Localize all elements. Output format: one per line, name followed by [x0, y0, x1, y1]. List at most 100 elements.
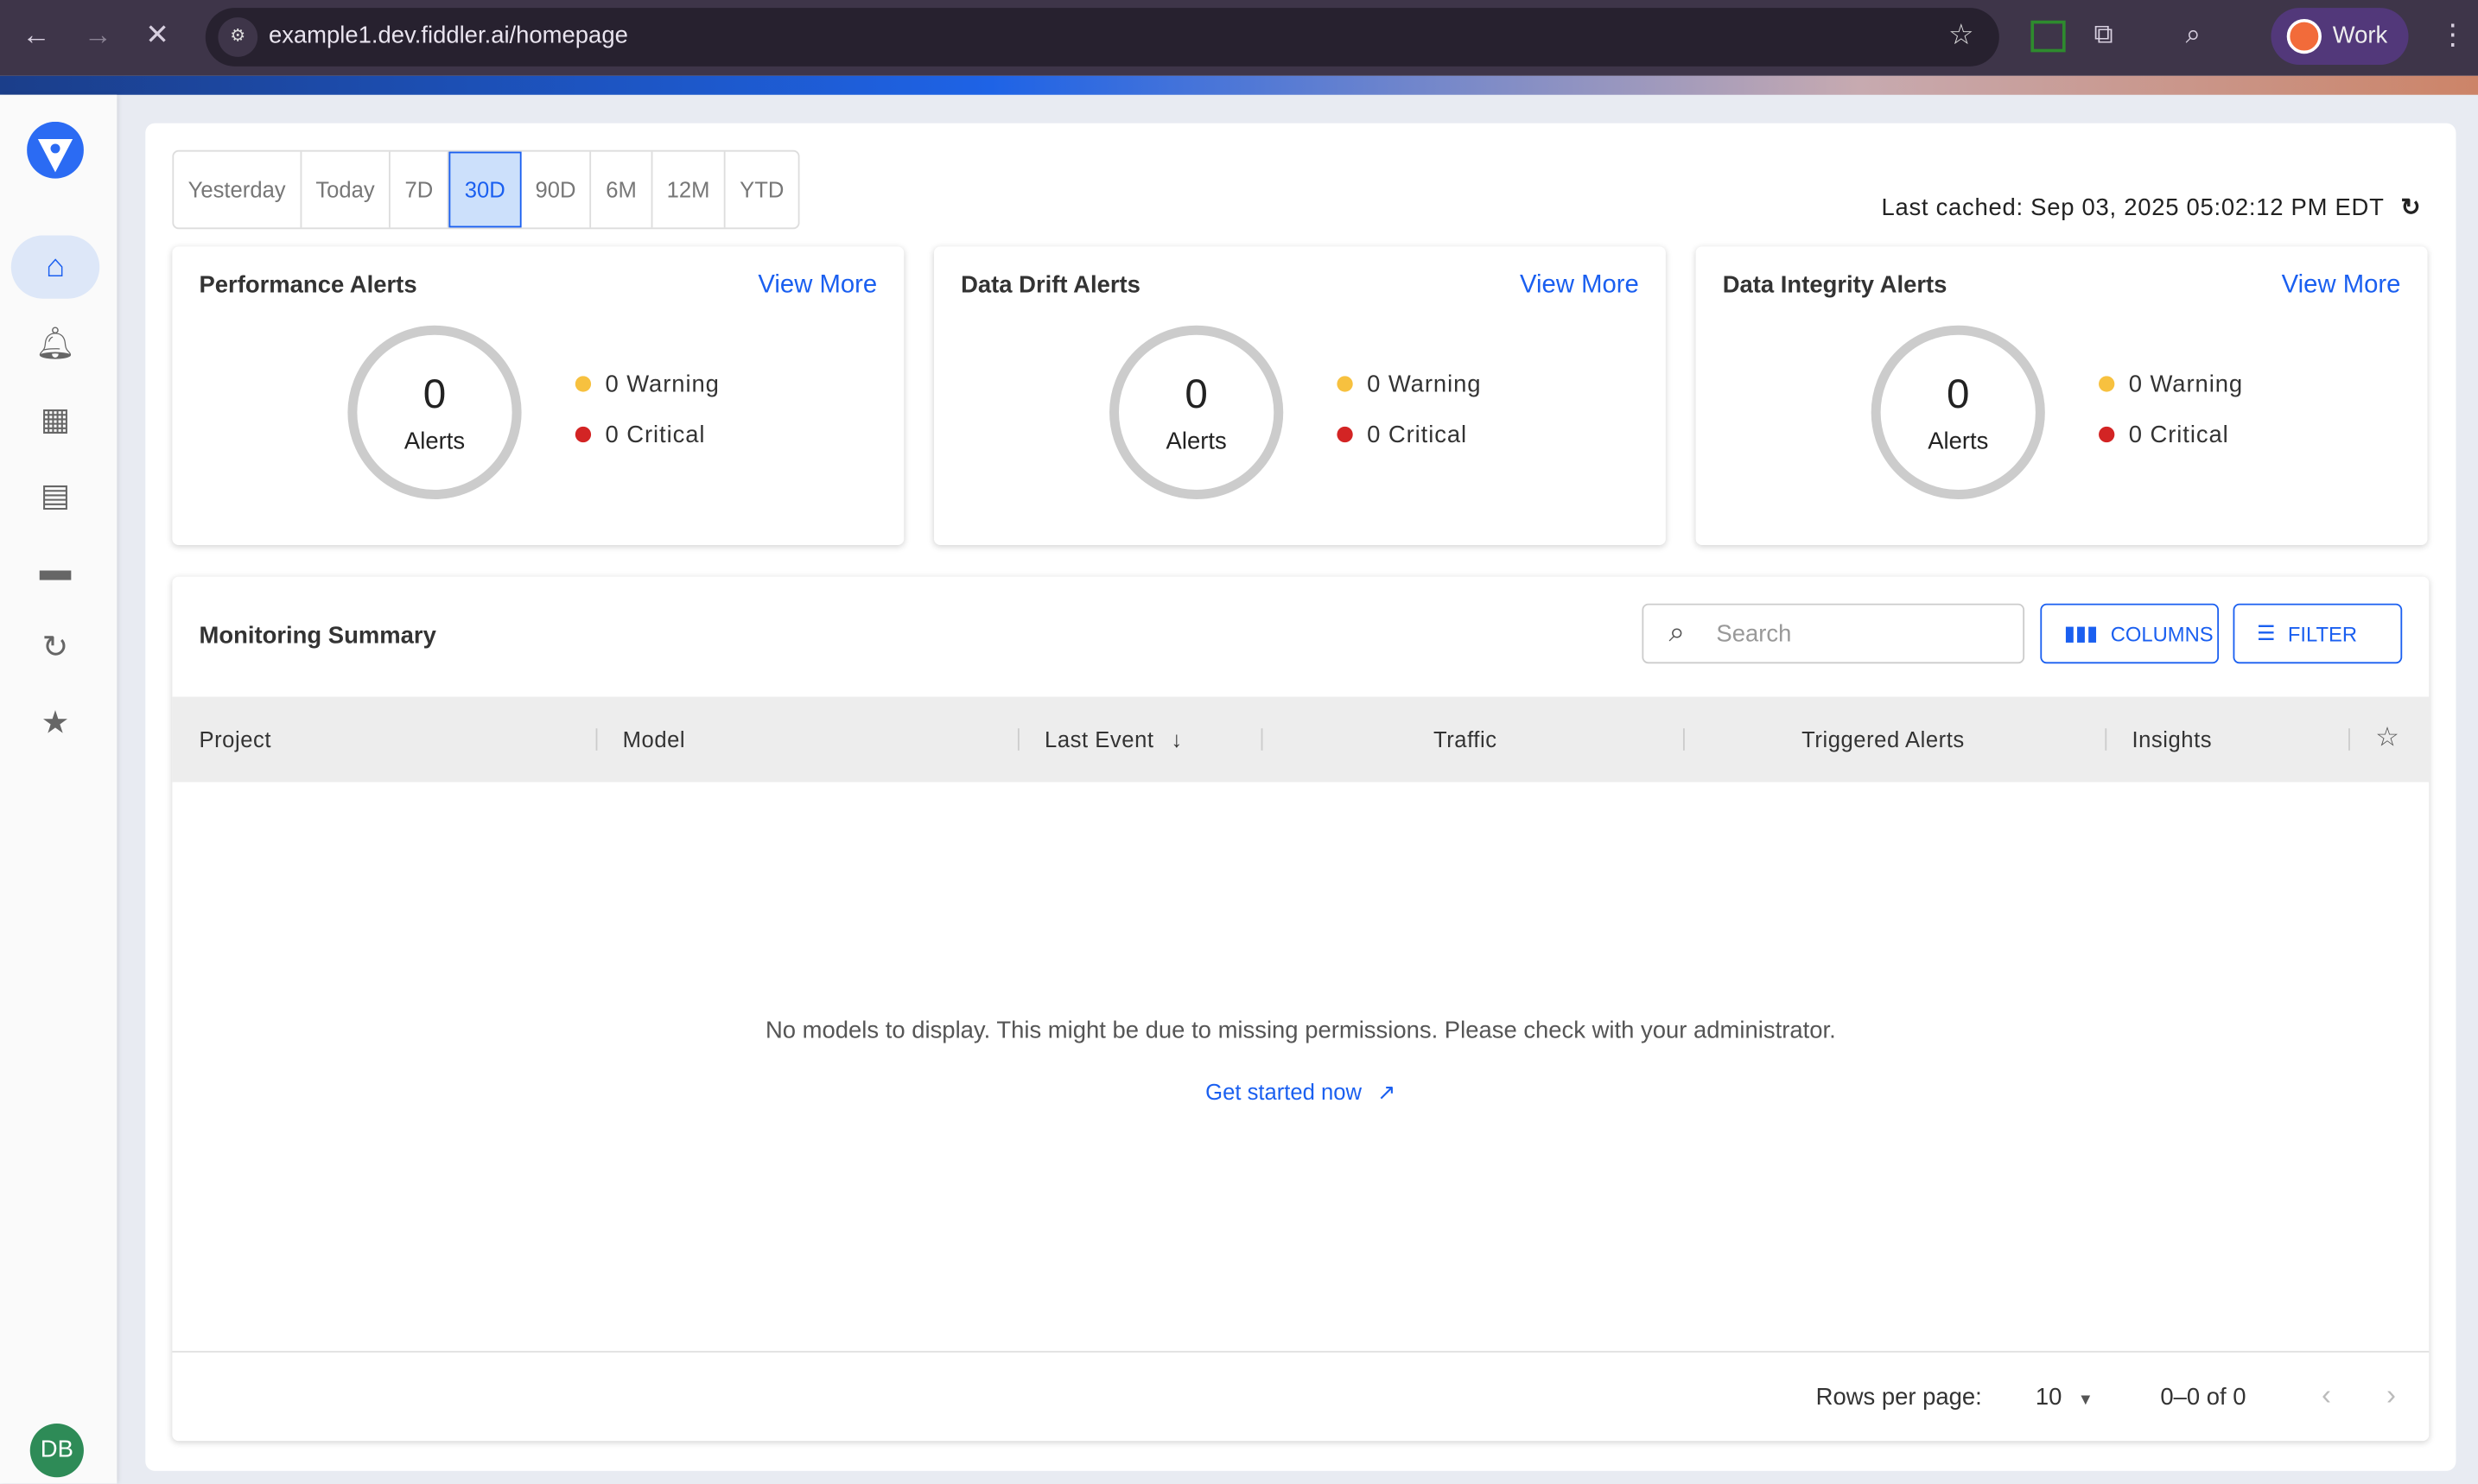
performance-alerts-card: Performance Alerts View More 0 Alerts 0 W…	[172, 246, 905, 546]
extensions-icon[interactable]: ⧉	[2094, 19, 2113, 51]
alert-count: 0	[1185, 370, 1208, 417]
bookmark-star-icon[interactable]: ☆	[1948, 19, 1974, 52]
data-integrity-alerts-card: Data Integrity Alerts View More 0 Alerts …	[1695, 246, 2428, 546]
warning-dot-icon	[575, 376, 592, 392]
column-header-traffic[interactable]: Traffic	[1433, 726, 1497, 752]
dropdown-arrow-icon: ▼	[2077, 1392, 2094, 1410]
view-more-link[interactable]: View More	[758, 272, 877, 301]
search-input[interactable]: ⌕ Search	[1642, 603, 2025, 664]
divider	[172, 1350, 2430, 1353]
critical-count: 0 Critical	[605, 422, 706, 449]
alerts-ring: 0 Alerts	[1109, 325, 1284, 499]
external-link-icon: ↗	[1377, 1079, 1396, 1105]
warning-count: 0 Warning	[2128, 371, 2244, 398]
range-30d[interactable]: 30D	[448, 151, 522, 228]
alert-count-label: Alerts	[1928, 428, 1989, 455]
view-more-link[interactable]: View More	[1520, 272, 1639, 301]
monitoring-summary: Monitoring Summary ⌕ Search ▮▮▮ COLUMNS ☰…	[172, 577, 2430, 1442]
user-avatar[interactable]: DB	[29, 1424, 84, 1478]
critical-count: 0 Critical	[1367, 422, 1468, 449]
rows-per-page-value: 10	[2035, 1384, 2062, 1411]
fiddler-logo-icon[interactable]	[27, 121, 84, 179]
screenshot-icon[interactable]	[2030, 20, 2066, 53]
site-settings-icon[interactable]: ⚙	[218, 17, 258, 57]
menu-icon[interactable]: ⋮	[2438, 19, 2467, 52]
empty-state-message: No models to display. This might be due …	[765, 1017, 1836, 1045]
alert-count: 0	[1947, 370, 1970, 417]
alert-count-label: Alerts	[403, 428, 466, 455]
sidebar-item-dashboards[interactable]: ▦	[11, 387, 99, 450]
filter-icon: ☰	[2256, 620, 2276, 645]
sidebar-item-history[interactable]: ↻	[11, 615, 99, 678]
columns-button[interactable]: ▮▮▮ COLUMNS	[2040, 603, 2220, 664]
range-90d[interactable]: 90D	[521, 151, 592, 228]
get-started-label: Get started now	[1205, 1079, 1362, 1105]
sort-descending-icon[interactable]: ↓	[1171, 726, 1182, 752]
range-ytd[interactable]: YTD	[726, 152, 798, 228]
forward-icon[interactable]: →	[84, 19, 112, 52]
get-started-link[interactable]: Get started now ↗	[172, 1079, 2429, 1106]
critical-dot-icon	[1337, 426, 1353, 443]
profile-label: Work	[2332, 22, 2388, 49]
sidebar-item-alerts[interactable]: 🔔︎	[11, 311, 99, 374]
sidebar-item-charts[interactable]: ▤	[11, 463, 99, 526]
sidebar-item-projects[interactable]: ▬	[11, 539, 99, 602]
search-placeholder: Search	[1716, 620, 1792, 648]
next-page-icon[interactable]: ›	[2386, 1379, 2396, 1412]
range-12m[interactable]: 12M	[652, 151, 726, 228]
warning-count: 0 Warning	[605, 371, 720, 398]
profile-avatar-icon	[2286, 18, 2322, 54]
refresh-icon[interactable]: ↻	[2400, 194, 2421, 221]
card-title: Data Integrity Alerts	[1722, 271, 1947, 299]
back-icon[interactable]: ←	[22, 19, 51, 52]
card-title: Performance Alerts	[199, 271, 417, 299]
warning-dot-icon	[2099, 376, 2115, 392]
column-header-insights[interactable]: Insights	[2132, 726, 2212, 752]
critical-dot-icon	[575, 426, 592, 443]
favorite-star-icon[interactable]: ☆	[2375, 722, 2399, 754]
column-header-project[interactable]: Project	[199, 726, 271, 752]
tab-search-icon[interactable]: ⌕	[2186, 19, 2201, 51]
columns-icon: ▮▮▮	[2063, 620, 2099, 645]
alerts-ring: 0 Alerts	[347, 325, 522, 499]
critical-count: 0 Critical	[2128, 422, 2229, 449]
time-range-selector: Yesterday Today 7D 30D 90D 6M 12M YTD	[172, 149, 800, 230]
range-today[interactable]: Today	[302, 151, 391, 228]
alert-count: 0	[423, 370, 447, 417]
critical-dot-icon	[2099, 426, 2115, 443]
rows-per-page-label: Rows per page:	[1815, 1384, 1982, 1411]
sidebar: ⌂ 🔔︎ ▦ ▤ ▬ ↻ ★ DB	[0, 94, 118, 1484]
sidebar-item-home[interactable]: ⌂	[10, 235, 100, 299]
card-title: Data Drift Alerts	[961, 271, 1141, 299]
url-text[interactable]: example1.dev.fiddler.ai/homepage	[269, 22, 628, 49]
warning-count: 0 Warning	[1367, 371, 1482, 398]
previous-page-icon[interactable]: ‹	[2322, 1379, 2331, 1412]
rows-per-page-select[interactable]: 10 ▼	[2036, 1384, 2094, 1411]
filter-button[interactable]: ☰ FILTER	[2233, 603, 2403, 664]
warning-dot-icon	[1337, 376, 1353, 392]
filter-label: FILTER	[2287, 621, 2358, 646]
column-header-last-event[interactable]: Last Event	[1045, 726, 1153, 752]
last-cached-text: Last cached: Sep 03, 2025 05:02:12 PM ED…	[1881, 193, 2385, 222]
column-header-model[interactable]: Model	[623, 726, 686, 752]
profile-button[interactable]: Work	[2271, 8, 2409, 65]
alert-count-label: Alerts	[1166, 428, 1227, 455]
alerts-ring: 0 Alerts	[1871, 325, 2045, 499]
range-6m[interactable]: 6M	[592, 151, 653, 228]
range-7d[interactable]: 7D	[391, 151, 449, 228]
browser-toolbar: ← → ✕ ⚙ example1.dev.fiddler.ai/homepage…	[0, 0, 2478, 76]
data-drift-alerts-card: Data Drift Alerts View More 0 Alerts 0 Wa…	[933, 246, 1666, 546]
range-yesterday[interactable]: Yesterday	[174, 151, 302, 228]
columns-label: COLUMNS	[2110, 621, 2214, 646]
page-loading-strip	[0, 75, 2478, 95]
section-title: Monitoring Summary	[199, 622, 436, 650]
table-header: Project Model Last Event ↓ Traffic Trigg…	[172, 696, 2430, 783]
stop-icon[interactable]: ✕	[145, 19, 169, 52]
sidebar-item-favorites[interactable]: ★	[11, 690, 99, 753]
pagination-range: 0–0 of 0	[2160, 1384, 2246, 1411]
address-bar[interactable]: ⚙ example1.dev.fiddler.ai/homepage ☆	[205, 8, 1999, 67]
search-icon: ⌕	[1668, 616, 1685, 648]
view-more-link[interactable]: View More	[2282, 272, 2401, 301]
main-content: Yesterday Today 7D 30D 90D 6M 12M YTD La…	[145, 123, 2456, 1471]
column-header-triggered-alerts[interactable]: Triggered Alerts	[1801, 726, 1965, 752]
